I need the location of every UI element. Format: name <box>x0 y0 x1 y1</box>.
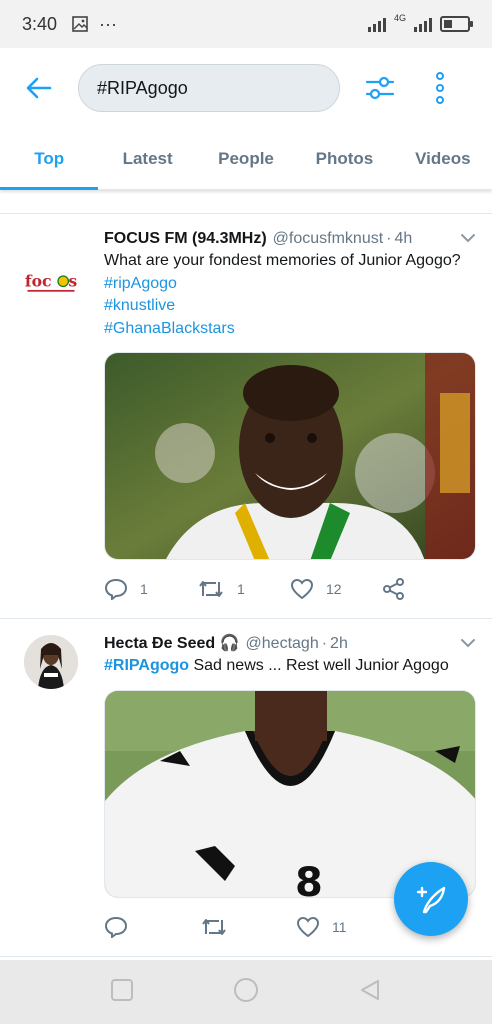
retweet-icon <box>202 918 226 935</box>
avatar[interactable] <box>24 635 78 689</box>
chevron-down-icon <box>461 639 475 648</box>
previous-tweet-actions <box>0 190 492 214</box>
like-button[interactable]: 12 <box>290 578 383 600</box>
avatar[interactable]: foc s <box>24 256 78 310</box>
svg-text:8: 8 <box>295 860 323 898</box>
chevron-down-icon <box>461 234 475 243</box>
tweet-header: Hecta Ɖe Seed 🎧 @hectagh · 2h <box>104 633 476 655</box>
share-button[interactable] <box>383 578 476 600</box>
reply-button[interactable]: 1 <box>104 578 197 600</box>
system-navigation-bar <box>0 960 492 1024</box>
tweet-menu-button[interactable] <box>460 230 476 248</box>
compose-feather-icon <box>416 886 446 914</box>
timestamp: 2h <box>330 635 348 652</box>
like-count: 12 <box>326 581 342 597</box>
tab-latest[interactable]: Latest <box>98 128 196 189</box>
player-smiling-photo <box>105 353 475 559</box>
status-time: 3:40 <box>22 13 58 34</box>
reply-icon <box>104 578 128 600</box>
svg-text:foc: foc <box>25 271 52 290</box>
signal-icon-2 <box>414 16 432 32</box>
network-type: 4G <box>393 13 406 23</box>
signal-icon <box>367 16 386 32</box>
circle-icon <box>233 977 258 1002</box>
search-query: #RIPAgogo <box>97 77 188 98</box>
tweet[interactable]: foc s FOCUS FM (94.3MHz) @focusfmknust ·… <box>0 214 492 619</box>
like-button[interactable]: 11 <box>296 916 392 938</box>
back-button[interactable] <box>0 48 78 128</box>
tab-videos[interactable]: Videos <box>394 128 492 189</box>
home-button[interactable] <box>233 977 259 1008</box>
search-input[interactable]: #RIPAgogo <box>78 64 340 112</box>
heart-icon <box>296 916 320 937</box>
tweet-text: #RIPAgogo Sad news ... Rest well Junior … <box>104 655 476 678</box>
retweet-button[interactable]: 1 <box>197 578 290 600</box>
profile-photo <box>24 635 78 689</box>
separator-dot: · <box>386 230 392 247</box>
heart-icon <box>290 578 314 600</box>
tweet-body: What are your fondest memories of Junior… <box>104 252 461 269</box>
reply-icon <box>104 916 128 938</box>
tab-photos[interactable]: Photos <box>295 128 393 189</box>
handle[interactable]: @focusfmknust <box>273 228 384 250</box>
timeline-feed[interactable]: foc s FOCUS FM (94.3MHz) @focusfmknust ·… <box>0 190 492 960</box>
tweet-actions: 1 1 12 <box>104 574 476 604</box>
tab-top[interactable]: Top <box>0 128 99 190</box>
vertical-dots-icon <box>436 72 444 104</box>
reply-button[interactable] <box>104 916 200 938</box>
tab-people[interactable]: People <box>197 128 295 189</box>
svg-text:s: s <box>68 271 77 290</box>
reply-count: 1 <box>140 581 148 597</box>
search-header: #RIPAgogo <box>0 48 492 128</box>
gallery-icon <box>71 15 89 33</box>
square-icon <box>110 978 133 1001</box>
handle[interactable]: @hectagh <box>246 633 319 655</box>
compose-tweet-button[interactable] <box>394 862 468 936</box>
tweet-header: FOCUS FM (94.3MHz) @focusfmknust · 4h <box>104 228 476 250</box>
triangle-back-icon <box>361 979 380 1000</box>
tweet-text: What are your fondest memories of Junior… <box>104 250 476 340</box>
hashtag-link[interactable]: #GhanaBlackstars <box>104 318 476 341</box>
focus-fm-logo-icon: foc s <box>25 271 77 292</box>
hashtag-link[interactable]: #RIPAgogo <box>104 657 189 674</box>
display-name[interactable]: Hecta Ɖe Seed 🎧 <box>104 633 240 655</box>
timestamp: 4h <box>394 230 413 247</box>
hashtag-link[interactable]: #knustlive <box>104 295 476 318</box>
battery-icon <box>440 16 473 32</box>
like-count: 11 <box>332 918 347 935</box>
share-icon <box>383 578 404 600</box>
recent-apps-button[interactable] <box>110 978 134 1007</box>
search-tabs: Top Latest People Photos Videos <box>0 128 492 190</box>
back-system-button[interactable] <box>358 978 382 1007</box>
tweet-photo[interactable] <box>104 352 476 560</box>
retweet-icon <box>199 581 223 597</box>
tweet-body: Sad news ... Rest well Junior Agogo <box>189 657 449 674</box>
overflow-menu-button[interactable] <box>420 48 460 128</box>
tweet-menu-button[interactable] <box>460 635 476 653</box>
retweet-count: 1 <box>237 581 245 597</box>
hashtag-link[interactable]: #ripAgogo <box>104 273 476 296</box>
separator-dot: · <box>321 635 328 652</box>
display-name[interactable]: FOCUS FM (94.3MHz) <box>104 228 267 250</box>
retweet-button[interactable] <box>200 916 296 938</box>
status-bar: 3:40 ··· 4G <box>0 0 492 48</box>
arrow-left-icon <box>26 77 52 99</box>
search-filter-button[interactable] <box>340 48 420 128</box>
more-notifications-icon: ··· <box>99 13 118 34</box>
sliders-icon <box>365 76 395 100</box>
